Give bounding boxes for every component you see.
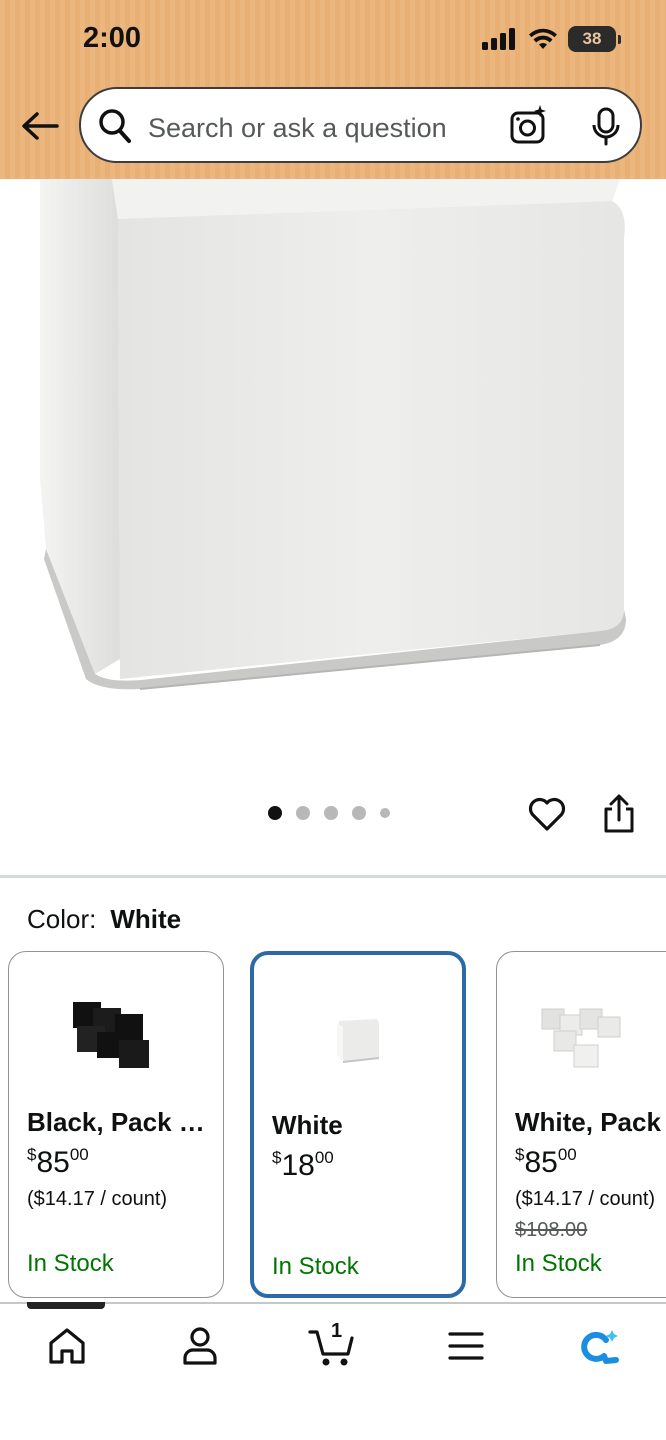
variant-name: White, Pack	[515, 1107, 661, 1137]
status-icons: 38	[482, 26, 621, 52]
microphone-icon[interactable]	[591, 107, 621, 147]
variant-thumbnail	[9, 982, 223, 1092]
wifi-icon	[529, 28, 557, 49]
carousel-dot-1[interactable]	[268, 806, 282, 820]
search-bar[interactable]: Search or ask a question	[79, 87, 642, 163]
nav-rufus-ai[interactable]	[574, 1322, 622, 1370]
rufus-icon	[581, 1330, 619, 1364]
header-bar: 2:00 38 Search or ask a question	[0, 0, 666, 179]
variant-price: $1800	[272, 1148, 334, 1182]
variant-name: White	[272, 1110, 343, 1140]
variant-stock-status: In Stock	[272, 1253, 359, 1280]
product-image[interactable]	[0, 179, 666, 759]
heart-icon	[528, 797, 566, 831]
black-cubes-image	[73, 1002, 149, 1068]
search-input[interactable]: Search or ask a question	[148, 113, 447, 144]
share-button[interactable]	[600, 794, 638, 834]
variant-card-white[interactable]: White $1800 In Stock	[250, 951, 466, 1298]
carousel-dot-2[interactable]	[296, 806, 310, 820]
variant-card-white-pack[interactable]: White, Pack $8500 ($14.17 / count) $108.…	[496, 951, 666, 1298]
variant-card-black-pack[interactable]: Black, Pack … $8500 ($14.17 / count) In …	[8, 951, 224, 1298]
nav-home[interactable]	[43, 1322, 91, 1370]
variant-unit-price: ($14.17 / count)	[515, 1188, 656, 1210]
variant-price: $8500	[27, 1145, 89, 1179]
carousel-dot-3[interactable]	[324, 806, 338, 820]
add-to-list-button[interactable]	[527, 794, 567, 834]
account-icon	[183, 1327, 217, 1365]
image-carousel-dots[interactable]	[268, 806, 390, 820]
section-divider	[0, 875, 666, 878]
nav-menu[interactable]	[442, 1322, 490, 1370]
variant-stock-status: In Stock	[515, 1250, 602, 1277]
search-icon	[99, 109, 131, 143]
share-icon	[604, 794, 634, 833]
home-icon	[49, 1328, 85, 1364]
variant-unit-price: ($14.17 / count)	[27, 1188, 168, 1210]
menu-icon	[448, 1332, 484, 1360]
camera-search-icon[interactable]	[509, 104, 549, 146]
carousel-dot-4[interactable]	[352, 806, 366, 820]
signal-icon	[482, 28, 515, 50]
variant-stock-status: In Stock	[27, 1250, 114, 1277]
status-time: 2:00	[83, 22, 142, 54]
white-cubes-image	[541, 1008, 621, 1068]
battery-level: 38	[582, 29, 602, 48]
variant-thumbnail	[497, 982, 666, 1092]
variant-name: Black, Pack …	[27, 1107, 205, 1137]
carousel-dot-5[interactable]	[380, 808, 390, 818]
variant-list-price: $108.00	[515, 1219, 588, 1241]
active-tab-indicator	[27, 1302, 105, 1309]
back-arrow-icon	[22, 112, 59, 140]
color-label: Color:	[27, 904, 97, 934]
color-selection-label: Color: White	[27, 904, 181, 935]
white-cube-image	[337, 1019, 379, 1063]
variant-price: $8500	[515, 1145, 577, 1179]
white-cube-planter-image	[40, 179, 626, 690]
cart-count-badge: 1	[331, 1320, 343, 1342]
selected-color: White	[110, 904, 182, 934]
variant-thumbnail	[254, 985, 462, 1095]
nav-account[interactable]	[176, 1322, 224, 1370]
battery-icon: 38	[568, 26, 621, 52]
back-button[interactable]	[20, 106, 60, 146]
